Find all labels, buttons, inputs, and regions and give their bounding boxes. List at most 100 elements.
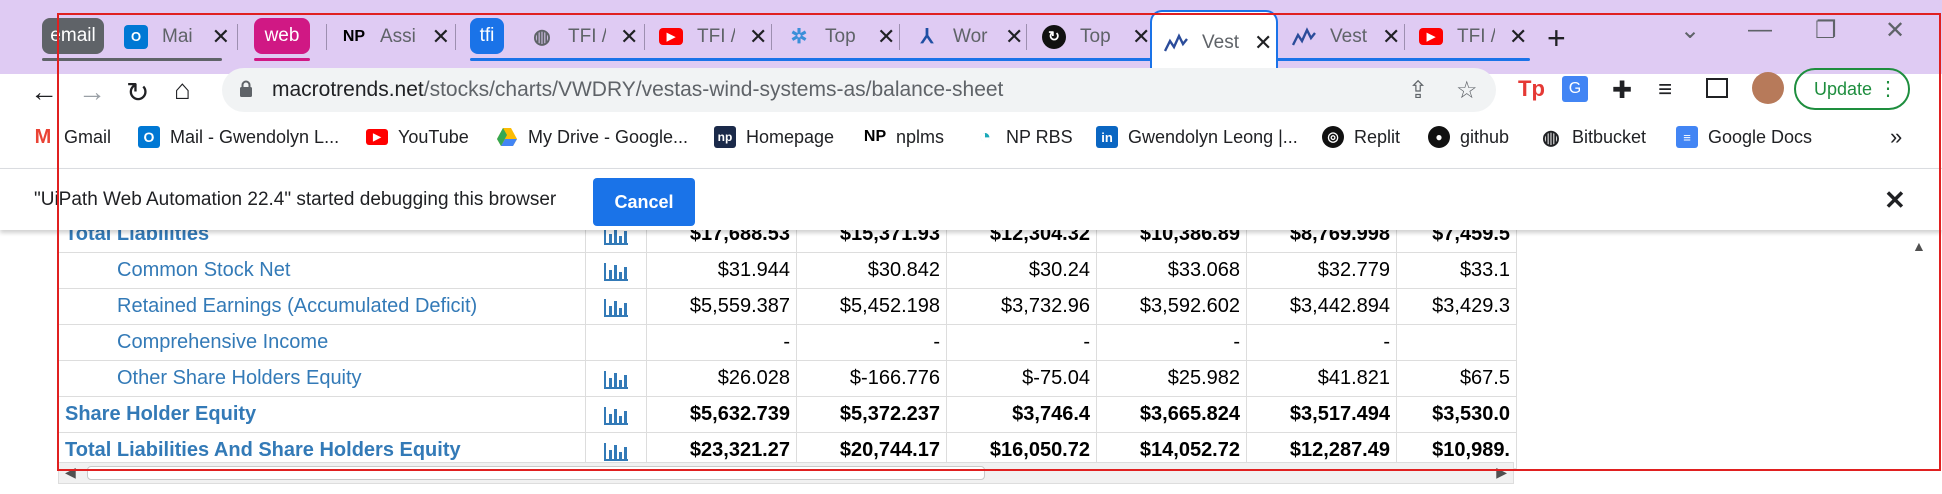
horizontal-scrollbar[interactable]: ◀ ▶: [58, 462, 1514, 484]
scroll-right-arrow-icon[interactable]: ▶: [1496, 464, 1507, 481]
back-arrow-icon[interactable]: ←: [30, 76, 58, 108]
close-icon[interactable]: ✕: [749, 24, 767, 50]
bar-chart-icon[interactable]: [603, 230, 629, 245]
tab-top-2[interactable]: ↻ Top ✕: [1030, 10, 1154, 63]
close-icon[interactable]: ✕: [1382, 24, 1400, 50]
chart-icon-cell[interactable]: [585, 230, 647, 253]
close-icon[interactable]: ✕: [1509, 24, 1527, 50]
restore-icon[interactable]: ❐: [1815, 16, 1837, 45]
close-icon[interactable]: ✕: [620, 24, 638, 50]
table-cell: $3,442.894: [1246, 288, 1397, 325]
bookmark-my-drive[interactable]: My Drive - Google...: [496, 124, 688, 150]
reading-list-icon[interactable]: ≡: [1658, 76, 1672, 104]
update-label: Update: [1814, 78, 1873, 99]
lock-icon[interactable]: [238, 80, 254, 98]
chart-icon-cell[interactable]: [585, 360, 647, 397]
tab-wor[interactable]: ⅄ Wor ✕: [903, 10, 1027, 63]
bookmark-youtube[interactable]: ▶ YouTube: [366, 124, 469, 150]
tab-title: Mai: [162, 25, 193, 47]
tab-group-tfi[interactable]: tfi: [470, 18, 504, 54]
bookmark-mail[interactable]: O Mail - Gwendolyn L...: [138, 124, 339, 150]
scroll-left-arrow-icon[interactable]: ◀: [65, 464, 76, 481]
row-label-link[interactable]: Total Liabilities: [58, 230, 586, 253]
bookmark-star-icon[interactable]: ☆: [1456, 76, 1478, 105]
row-label-link[interactable]: Retained Earnings (Accumulated Deficit): [58, 288, 586, 325]
bookmark-bitbucket[interactable]: ◍ Bitbucket: [1540, 124, 1646, 150]
tab-group-web[interactable]: web: [254, 18, 310, 54]
minimize-icon[interactable]: —: [1748, 16, 1772, 44]
table-cell: $3,429.3: [1396, 288, 1517, 325]
bar-chart-icon[interactable]: [603, 259, 629, 281]
row-label-link[interactable]: Common Stock Net: [58, 252, 586, 289]
bookmark-google-docs[interactable]: ≡ Google Docs: [1676, 124, 1812, 150]
close-icon[interactable]: ✕: [1132, 24, 1150, 50]
chart-icon-cell[interactable]: [585, 288, 647, 325]
close-icon[interactable]: ✕: [1005, 24, 1023, 50]
close-icon[interactable]: ✕: [1254, 30, 1272, 56]
table-row: Share Holder Equity $5,632.739 $5,372.237 $…: [58, 396, 1517, 433]
tab-title: Wor: [953, 25, 988, 47]
bookmark-replit[interactable]: ◎ Replit: [1322, 124, 1400, 150]
tab-vestas-2[interactable]: Vest ✕: [1280, 10, 1404, 63]
bookmark-np-rbs[interactable]: ◔ NP RBS: [974, 124, 1073, 150]
tab-top-1[interactable]: ✲ Top ✕: [775, 10, 899, 63]
youtube-icon: ▶: [659, 28, 683, 45]
row-label-link[interactable]: Other Share Holders Equity: [58, 360, 586, 397]
cancel-debugging-button[interactable]: Cancel: [593, 178, 695, 226]
macrotrends-icon: [1292, 25, 1316, 49]
chart-icon-cell[interactable]: [585, 396, 647, 433]
table-cell: $7,459.5: [1396, 230, 1517, 253]
tp-extension-icon[interactable]: Tp: [1518, 76, 1545, 102]
tab-vestas-active[interactable]: Vest ✕: [1150, 10, 1278, 74]
tab-tfi-3[interactable]: ▶ TFI / ✕: [1407, 10, 1531, 63]
bar-chart-icon[interactable]: [603, 403, 629, 425]
bar-chart-icon[interactable]: [603, 295, 629, 317]
table-cell: $30.24: [946, 252, 1097, 289]
kebab-menu-icon[interactable]: ⋮: [1878, 76, 1898, 101]
bookmark-label: My Drive - Google...: [528, 126, 689, 147]
new-tab-plus-icon[interactable]: +: [1547, 20, 1566, 57]
table-cell: $5,632.739: [646, 396, 797, 433]
forward-arrow-icon[interactable]: →: [78, 76, 106, 108]
bar-chart-icon[interactable]: [603, 439, 629, 461]
table-cell: -: [946, 324, 1097, 361]
home-icon[interactable]: ⌂: [174, 74, 191, 106]
reload-icon[interactable]: ↻: [126, 76, 149, 109]
bookmark-nplms[interactable]: NP nplms: [864, 124, 944, 150]
tab-tfi-2[interactable]: ▶ TFI / ✕: [647, 10, 771, 63]
chevron-down-icon[interactable]: ⌄: [1680, 16, 1700, 45]
share-icon[interactable]: ⇪: [1408, 76, 1428, 105]
bookmark-label: Replit: [1354, 126, 1401, 147]
table-cell: $3,592.602: [1096, 288, 1247, 325]
close-icon[interactable]: ✕: [877, 24, 895, 50]
close-icon[interactable]: ✕: [1884, 185, 1906, 216]
url-text[interactable]: macrotrends.net/stocks/charts/VWDRY/vest…: [272, 78, 1003, 102]
side-panel-icon[interactable]: [1706, 78, 1728, 98]
update-button[interactable]: Update ⋮: [1794, 68, 1910, 110]
profile-avatar[interactable]: [1752, 72, 1784, 104]
tab-tfi-1[interactable]: ◍ TFI / ✕: [518, 10, 642, 63]
bookmark-github[interactable]: ● github: [1428, 124, 1509, 150]
bookmark-gmail[interactable]: M Gmail: [32, 124, 111, 150]
window-close-icon[interactable]: ✕: [1885, 16, 1905, 45]
row-label-link[interactable]: Share Holder Equity: [58, 396, 586, 433]
balance-sheet-table: Total Liabilities $17,688.53 $15,371.93 $12…: [58, 230, 1517, 469]
scroll-up-arrow-icon[interactable]: ▲: [1912, 238, 1926, 254]
globe-icon: ◍: [533, 26, 551, 48]
tab-mail[interactable]: O Mai ✕: [112, 10, 230, 63]
tab-group-email[interactable]: email: [42, 18, 104, 54]
chart-icon-cell[interactable]: [585, 252, 647, 289]
close-icon[interactable]: ✕: [432, 24, 450, 50]
bookmark-linkedin[interactable]: in Gwendolyn Leong |...: [1096, 124, 1298, 150]
extensions-puzzle-icon[interactable]: ✚: [1612, 76, 1632, 105]
bar-chart-icon[interactable]: [603, 367, 629, 389]
row-label-link[interactable]: Comprehensive Income: [58, 324, 586, 361]
table-row: Common Stock Net $31.944 $30.842 $30.24 $33.…: [58, 252, 1517, 289]
close-icon[interactable]: ✕: [212, 24, 230, 50]
bookmark-homepage[interactable]: np Homepage: [714, 124, 834, 150]
tab-assi[interactable]: NP Assi ✕: [330, 10, 450, 63]
google-translate-icon[interactable]: G: [1562, 76, 1588, 102]
scrollbar-thumb[interactable]: [87, 466, 985, 480]
infobar-message: "UiPath Web Automation 22.4" started deb…: [34, 189, 557, 210]
bookmarks-overflow-chevron[interactable]: »: [1890, 124, 1902, 150]
